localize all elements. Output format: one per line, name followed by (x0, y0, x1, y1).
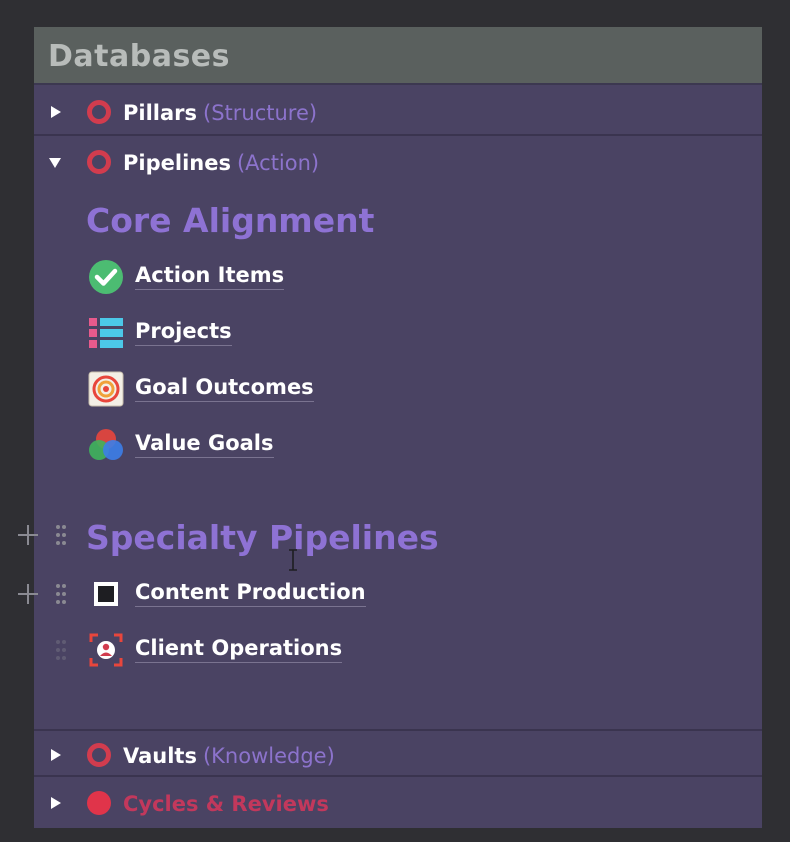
user-target-icon (89, 633, 123, 667)
toggle-vaults[interactable]: Vaults (Knowledge) (34, 729, 762, 777)
toggle-pillars-label: Pillars (Structure) (123, 101, 317, 125)
vaults-subtitle: (Knowledge) (202, 744, 335, 768)
link-client-operations[interactable]: Client Operations (86, 630, 486, 670)
gutter-client-operations (14, 630, 74, 670)
square-icon (94, 582, 118, 606)
add-block-plus-icon[interactable] (14, 521, 42, 549)
goal-outcomes-label[interactable]: Goal Outcomes (135, 375, 314, 402)
add-block-plus-icon[interactable] (14, 580, 42, 608)
vaults-title: Vaults (123, 744, 197, 768)
drag-handle-icon[interactable] (54, 521, 68, 549)
toggle-pipelines[interactable]: Pipelines (Action) (34, 138, 762, 186)
pipelines-title: Pipelines (123, 151, 231, 175)
red-dot-icon (87, 791, 111, 815)
action-items-label[interactable]: Action Items (135, 263, 285, 290)
core-alignment-heading: Core Alignment (86, 201, 375, 240)
color-circles-icon (89, 429, 123, 460)
list-icon (89, 318, 123, 348)
red-ring-icon (87, 743, 111, 767)
pillars-subtitle: (Structure) (203, 101, 318, 125)
panel-title: Databases (48, 39, 231, 74)
panel-header: Databases (34, 27, 762, 85)
pipelines-subtitle: (Action) (236, 151, 320, 175)
text-cursor-icon (289, 549, 297, 571)
toggle-cycles-reviews[interactable]: Cycles & Reviews (34, 779, 762, 827)
value-goals-label[interactable]: Value Goals (135, 431, 274, 458)
content-production-label[interactable]: Content Production (135, 580, 366, 607)
specialty-pipelines-heading: Specialty Pipelines (86, 518, 439, 557)
toggle-vaults-label: Vaults (Knowledge) (123, 744, 335, 768)
toggle-pillars[interactable]: Pillars (Structure) (34, 88, 762, 136)
red-ring-icon (87, 100, 111, 124)
gutter-specialty-heading (14, 515, 74, 555)
drag-handle-icon[interactable] (54, 580, 68, 608)
projects-label[interactable]: Projects (135, 319, 232, 346)
link-projects[interactable]: Projects (86, 313, 486, 353)
drag-handle-icon[interactable] (54, 636, 68, 664)
gutter-content-production (14, 574, 74, 614)
check-circle-icon (89, 260, 123, 294)
cycles-reviews-label: Cycles & Reviews (123, 792, 329, 816)
link-action-items[interactable]: Action Items (86, 257, 486, 297)
collapsed-triangle-icon[interactable] (51, 106, 61, 118)
pillars-title: Pillars (123, 101, 198, 125)
expanded-triangle-icon[interactable] (49, 158, 61, 168)
databases-panel: Databases Pillars (Structure) Pipelines (A… (34, 27, 762, 828)
link-content-production[interactable]: Content Production (86, 574, 486, 614)
collapsed-triangle-icon[interactable] (51, 749, 61, 761)
link-value-goals[interactable]: Value Goals (86, 425, 486, 465)
link-goal-outcomes[interactable]: Goal Outcomes (86, 369, 486, 409)
red-ring-icon (87, 150, 111, 174)
client-operations-label[interactable]: Client Operations (135, 636, 343, 663)
collapsed-triangle-icon[interactable] (51, 797, 61, 809)
toggle-pipelines-label: Pipelines (Action) (123, 151, 319, 175)
target-icon (88, 371, 124, 407)
